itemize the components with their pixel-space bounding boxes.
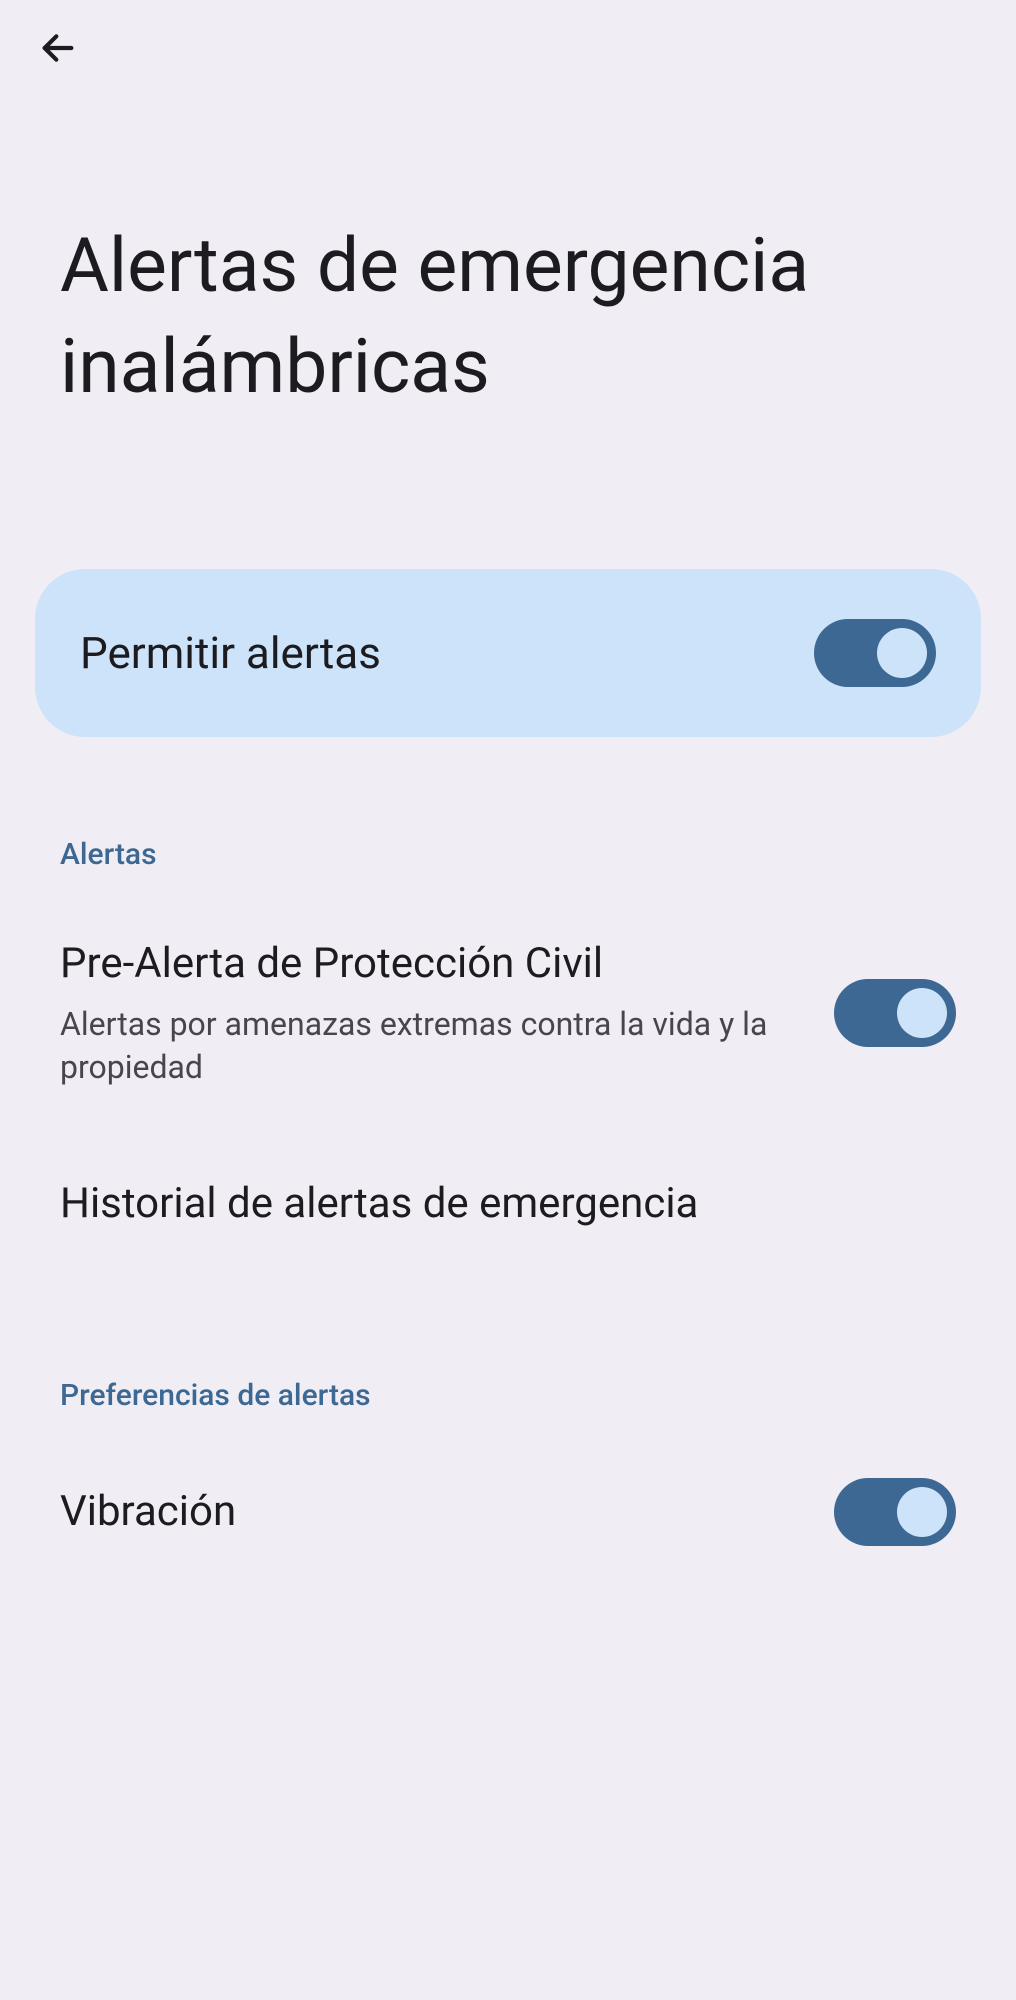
vibration-toggle[interactable] (834, 1478, 956, 1546)
prealert-title: Pre-Alerta de Protección Civil (60, 937, 794, 992)
toggle-knob (897, 1487, 947, 1537)
page-title: Alertas de emergencia inalámbricas (0, 96, 1016, 569)
toggle-knob (877, 628, 927, 678)
preferences-section-header: Preferencias de alertas (0, 1278, 1016, 1438)
alerts-section-header: Alertas (0, 737, 1016, 897)
vibration-title: Vibración (60, 1485, 794, 1540)
prealert-text: Pre-Alerta de Protección Civil Alertas p… (60, 937, 794, 1090)
history-title: Historial de alertas de emergencia (60, 1179, 956, 1228)
prealert-setting[interactable]: Pre-Alerta de Protección Civil Alertas p… (0, 897, 1016, 1130)
allow-alerts-label: Permitir alertas (80, 627, 381, 679)
app-header (0, 0, 1016, 96)
allow-alerts-toggle[interactable] (814, 619, 936, 687)
vibration-setting[interactable]: Vibración (0, 1438, 1016, 1586)
vibration-text: Vibración (60, 1485, 794, 1540)
history-setting[interactable]: Historial de alertas de emergencia (0, 1129, 1016, 1278)
allow-alerts-card[interactable]: Permitir alertas (35, 569, 981, 737)
toggle-knob (897, 988, 947, 1038)
arrow-left-icon (38, 28, 78, 68)
prealert-description: Alertas por amenazas extremas contra la … (60, 1003, 794, 1089)
back-button[interactable] (30, 20, 86, 76)
prealert-toggle[interactable] (834, 979, 956, 1047)
